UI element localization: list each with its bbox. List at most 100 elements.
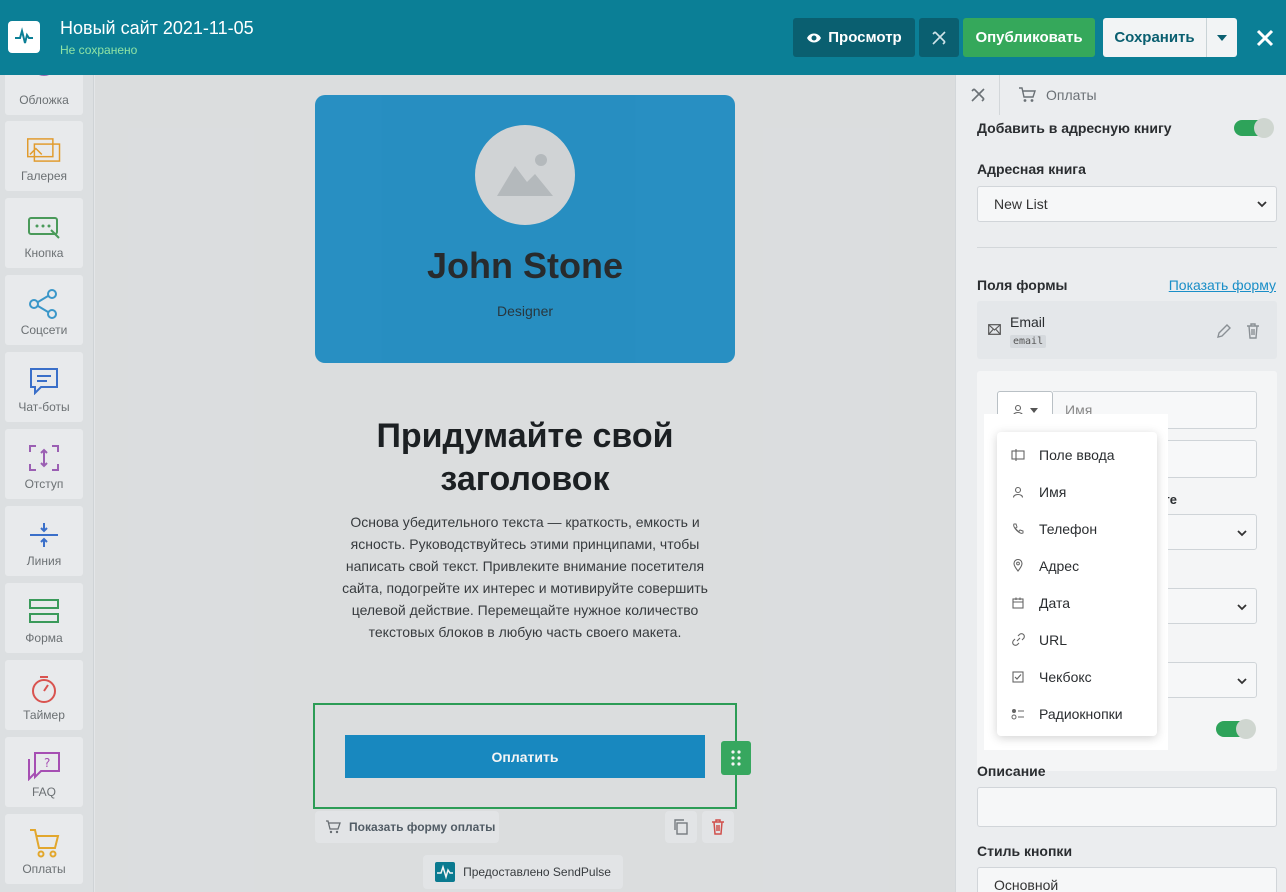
sidebar-item-label: Соцсети bbox=[20, 323, 68, 337]
faq-icon: ? bbox=[27, 751, 61, 781]
sidebar-item-label: Оплаты bbox=[22, 862, 66, 876]
form-field-email[interactable]: Email email bbox=[977, 301, 1277, 359]
envelope-icon bbox=[988, 324, 1001, 335]
dropdown-item-checkbox[interactable]: Чекбокс bbox=[997, 658, 1157, 695]
chevron-down-icon bbox=[1257, 201, 1267, 208]
spacing-icon bbox=[27, 443, 61, 473]
form-icon bbox=[27, 597, 61, 627]
drag-handle[interactable] bbox=[721, 741, 751, 775]
chevron-down-icon bbox=[1237, 530, 1247, 537]
field-type-dropdown: Поле ввода Имя Телефон Адрес Дата URL Че… bbox=[997, 432, 1157, 736]
sidebar-item-gallery[interactable]: Галерея bbox=[5, 121, 83, 191]
sidebar-item-label: Обложка bbox=[19, 93, 69, 107]
sidebar-item-chatbots[interactable]: Чат-боты bbox=[5, 352, 83, 422]
design-tools-button[interactable] bbox=[919, 18, 959, 57]
add-to-book-toggle[interactable] bbox=[1234, 118, 1274, 138]
description-input[interactable] bbox=[977, 787, 1277, 827]
dropdown-item-url[interactable]: URL bbox=[997, 621, 1157, 658]
edit-icon[interactable] bbox=[1216, 323, 1232, 339]
dropdown-item-phone[interactable]: Телефон bbox=[997, 510, 1157, 547]
trash-icon[interactable] bbox=[1246, 323, 1260, 339]
sidebar-item-spacing[interactable]: Отступ bbox=[5, 429, 83, 499]
save-status: Не сохранено bbox=[60, 43, 138, 57]
button-style-label: Стиль кнопки bbox=[977, 843, 1073, 859]
sendpulse-logo-icon[interactable] bbox=[8, 21, 40, 53]
breadcrumb-payments: Оплаты bbox=[1018, 87, 1097, 103]
field-name: Email bbox=[1010, 314, 1046, 330]
save-button[interactable]: Сохранить bbox=[1103, 18, 1206, 57]
trash-icon bbox=[712, 819, 724, 835]
powered-by-badge[interactable]: Предоставлено SendPulse bbox=[423, 855, 623, 889]
sidebar-item-form[interactable]: Форма bbox=[5, 583, 83, 653]
address-book-select[interactable]: New List bbox=[977, 186, 1277, 222]
show-payment-form-label: Показать форму оплаты bbox=[349, 820, 496, 834]
blocks-sidebar: Обложка Галерея Кнопка Соцсети Чат-боты … bbox=[0, 75, 94, 892]
chat-icon bbox=[27, 366, 61, 396]
sidebar-item-social[interactable]: Соцсети bbox=[5, 275, 83, 345]
save-options-button[interactable] bbox=[1206, 18, 1237, 57]
button-style-value: Основной bbox=[994, 877, 1059, 892]
sidebar-item-line[interactable]: Линия bbox=[5, 506, 83, 576]
dropdown-item-label: URL bbox=[1039, 631, 1068, 648]
breadcrumb: Оплаты bbox=[956, 75, 1286, 115]
show-payment-form-button[interactable]: Показать форму оплаты bbox=[315, 811, 499, 843]
design-tools-tab[interactable] bbox=[956, 75, 1000, 115]
button-style-select[interactable]: Основной bbox=[977, 867, 1277, 892]
add-to-book-label: Добавить в адресную книгу bbox=[977, 120, 1172, 136]
drag-dots-icon bbox=[731, 750, 741, 766]
button-icon bbox=[27, 212, 61, 242]
chevron-down-icon bbox=[1237, 678, 1247, 685]
avatar[interactable] bbox=[475, 125, 575, 225]
preview-button[interactable]: Просмотр bbox=[793, 18, 915, 57]
dropdown-item-name[interactable]: Имя bbox=[997, 473, 1157, 510]
required-toggle[interactable] bbox=[1216, 719, 1256, 739]
form-fields-label: Поля формы bbox=[977, 277, 1068, 293]
close-button[interactable] bbox=[1250, 18, 1280, 57]
cart-icon bbox=[326, 820, 341, 834]
sidebar-item-button[interactable]: Кнопка bbox=[5, 198, 83, 268]
preview-label: Просмотр bbox=[828, 29, 902, 46]
pay-button[interactable]: Оплатить bbox=[345, 735, 705, 778]
close-icon bbox=[1256, 29, 1274, 46]
site-title[interactable]: Новый сайт 2021-11-05 bbox=[60, 18, 254, 39]
sidebar-item-label: Таймер bbox=[23, 708, 65, 722]
address-book-value: New List bbox=[994, 196, 1048, 212]
sidebar-item-label: Галерея bbox=[20, 169, 68, 183]
svg-text:?: ? bbox=[44, 756, 50, 770]
breadcrumb-label: Оплаты bbox=[1046, 87, 1097, 103]
dropdown-item-label: Радиокнопки bbox=[1039, 705, 1123, 722]
profile-name[interactable]: John Stone bbox=[315, 245, 735, 287]
sidebar-item-payments[interactable]: Оплаты bbox=[5, 814, 83, 884]
profile-cover-block[interactable]: John Stone Designer bbox=[315, 95, 735, 363]
dropdown-item-text-input[interactable]: Поле ввода bbox=[997, 436, 1157, 473]
sidebar-item-label: Отступ bbox=[24, 477, 64, 491]
powered-by-label: Предоставлено SendPulse bbox=[463, 865, 611, 879]
duplicate-block-button[interactable] bbox=[665, 811, 697, 843]
calendar-icon bbox=[997, 597, 1039, 609]
line-icon bbox=[27, 520, 61, 550]
sidebar-item-cover[interactable]: Обложка bbox=[5, 75, 83, 115]
page-body-text[interactable]: Основа убедительного текста — краткость,… bbox=[340, 511, 710, 643]
show-form-link[interactable]: Показать форму bbox=[1169, 277, 1276, 293]
image-placeholder-icon bbox=[497, 154, 553, 196]
timer-icon bbox=[27, 674, 61, 704]
profile-role[interactable]: Designer bbox=[315, 303, 735, 319]
dropdown-item-label: Телефон bbox=[1039, 520, 1098, 537]
dropdown-item-radio[interactable]: Радиокнопки bbox=[997, 695, 1157, 732]
dropdown-item-address[interactable]: Адрес bbox=[997, 547, 1157, 584]
sidebar-item-timer[interactable]: Таймер bbox=[5, 660, 83, 730]
checkbox-icon bbox=[997, 670, 1039, 683]
page-headline[interactable]: Придумайте свой заголовок bbox=[345, 415, 705, 501]
eye-icon bbox=[807, 33, 822, 42]
delete-block-button[interactable] bbox=[702, 811, 734, 843]
publish-button[interactable]: Опубликовать bbox=[963, 18, 1095, 57]
description-label: Описание bbox=[977, 763, 1046, 779]
dropdown-item-date[interactable]: Дата bbox=[997, 584, 1157, 621]
field-code: email bbox=[1010, 335, 1047, 348]
dropdown-item-label: Поле ввода bbox=[1039, 446, 1115, 463]
location-icon bbox=[997, 559, 1039, 572]
payment-block[interactable]: Оплатить bbox=[313, 703, 751, 809]
caret-down-icon bbox=[1217, 34, 1227, 41]
sidebar-item-label: FAQ bbox=[31, 785, 56, 799]
sidebar-item-faq[interactable]: ? FAQ bbox=[5, 737, 83, 807]
